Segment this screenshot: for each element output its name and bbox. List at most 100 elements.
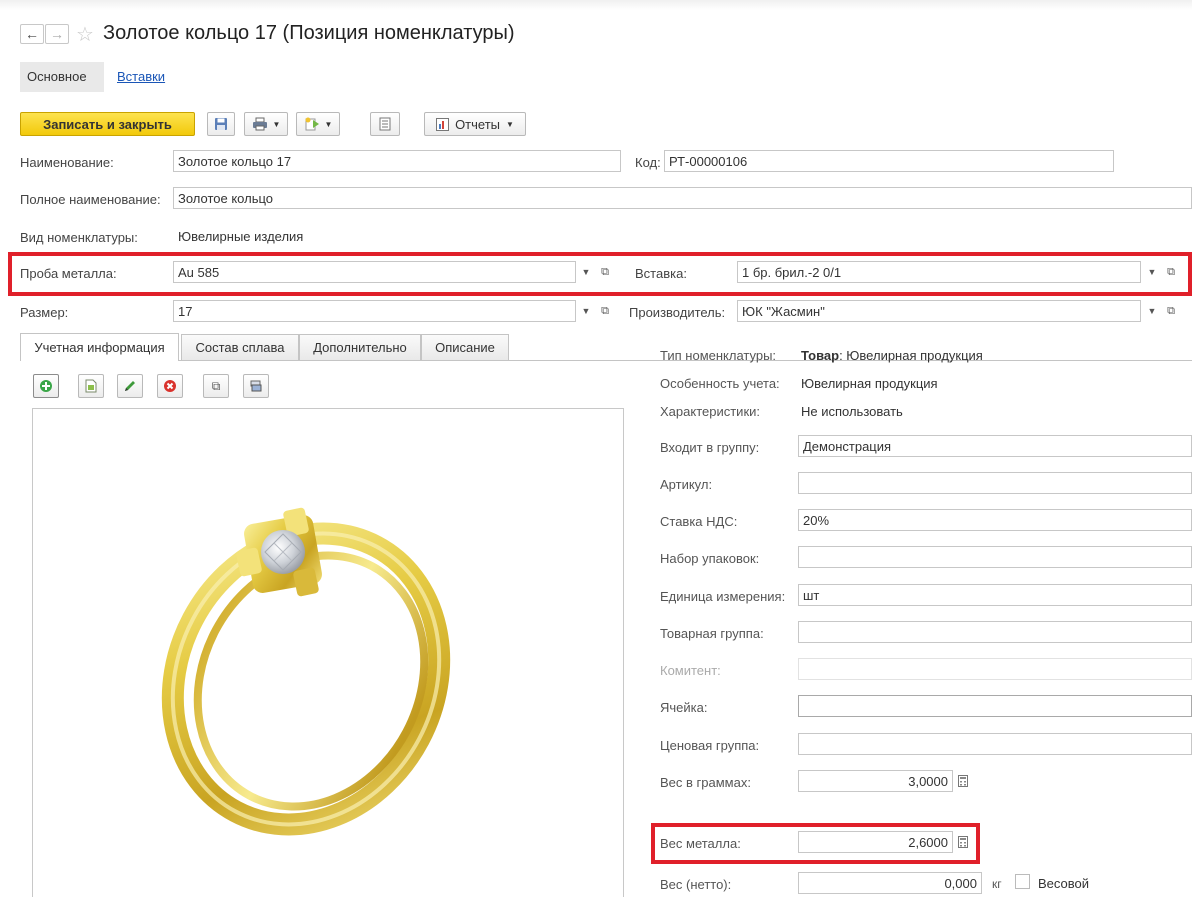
code-input[interactable]: РТ-00000106: [664, 150, 1114, 172]
unit-label: Единица измерения:: [660, 589, 786, 604]
image-area[interactable]: [32, 408, 624, 897]
chevron-down-icon: ▼: [506, 119, 514, 129]
open-window-icon: ⧉: [601, 265, 609, 278]
unit-input[interactable]: шт: [798, 584, 1192, 606]
more-image-button[interactable]: [243, 374, 269, 398]
tab-description[interactable]: Описание: [421, 334, 509, 360]
chars-label: Характеристики:: [660, 404, 761, 419]
type-value: Товар: Ювелирная продукция: [801, 348, 983, 363]
document-icon: [85, 379, 97, 393]
pencil-icon: [125, 381, 135, 391]
open-window-icon: ⧉: [1167, 304, 1175, 317]
assay-dropdown[interactable]: ▼: [578, 261, 594, 283]
packs-input[interactable]: [798, 546, 1192, 568]
price-group-label: Ценовая группа:: [660, 738, 760, 753]
print-button[interactable]: ▼: [244, 112, 288, 136]
price-group-input[interactable]: [798, 733, 1192, 755]
feature-label: Особенность учета:: [660, 376, 780, 391]
metal-weight-calc[interactable]: [955, 831, 971, 853]
kind-value: Ювелирные изделия: [173, 225, 1192, 247]
forward-button[interactable]: →: [45, 24, 69, 44]
chevron-down-icon: ▼: [581, 306, 591, 316]
maker-input[interactable]: ЮК "Жасмин": [737, 300, 1141, 322]
size-dropdown[interactable]: ▼: [578, 300, 594, 322]
assay-open[interactable]: ⧉: [596, 261, 614, 283]
section-main-label: Основное: [27, 69, 87, 84]
page-title: Золотое кольцо 17 (Позиция номенклатуры): [103, 22, 515, 44]
group-label: Входит в группу:: [660, 440, 760, 455]
full-name-input[interactable]: Золотое кольцо: [173, 187, 1192, 209]
structure-button[interactable]: [370, 112, 400, 136]
delete-icon: [164, 380, 176, 392]
feature-value: Ювелирная продукция: [801, 376, 938, 391]
open-window-icon: ⧉: [1167, 265, 1175, 278]
packs-label: Набор упаковок:: [660, 551, 760, 566]
full-name-label: Полное наименование:: [20, 192, 161, 207]
size-open[interactable]: ⧉: [596, 300, 614, 322]
goods-group-input[interactable]: [798, 621, 1192, 643]
arrow-right-icon: →: [50, 26, 64, 42]
insert-input[interactable]: 1 бр. брил.-2 0/1: [737, 261, 1141, 283]
open-window-icon: ⧉: [211, 378, 221, 393]
reports-button[interactable]: Отчеты ▼: [424, 112, 526, 136]
maker-open[interactable]: ⧉: [1162, 300, 1180, 322]
size-label: Размер:: [20, 305, 69, 320]
floppy-icon: [215, 118, 227, 130]
save-close-button[interactable]: Записать и закрыть: [20, 112, 195, 136]
weight-label: Вес в граммах:: [660, 775, 751, 790]
weighted-checkbox[interactable]: [1015, 874, 1030, 889]
type-label: Тип номенклатуры:: [660, 348, 777, 363]
consignor-input[interactable]: [798, 658, 1192, 680]
add-image-button[interactable]: [33, 374, 59, 398]
vat-input[interactable]: 20%: [798, 509, 1192, 531]
section-inserts-link[interactable]: Вставки: [117, 69, 165, 84]
star-icon[interactable]: ☆: [76, 22, 94, 47]
plus-circle-icon: [40, 380, 52, 392]
code-label: Код:: [635, 155, 661, 170]
weighted-label: Весовой: [1038, 876, 1090, 891]
assay-input[interactable]: Au 585: [173, 261, 576, 283]
document-list-icon: [379, 117, 391, 131]
metal-weight-input[interactable]: 2,6000: [798, 831, 953, 853]
tab-alloy[interactable]: Состав сплава: [181, 334, 299, 360]
tab-accounting[interactable]: Учетная информация: [20, 333, 179, 361]
cell-input[interactable]: [798, 695, 1192, 717]
maker-label: Производитель:: [629, 305, 726, 320]
open-window-icon: ⧉: [601, 304, 609, 317]
net-weight-unit: кг: [992, 877, 1002, 891]
chevron-down-icon: ▼: [1147, 306, 1157, 316]
select-image-button[interactable]: [78, 374, 104, 398]
reports-label: Отчеты: [455, 116, 500, 132]
weight-input[interactable]: 3,0000: [798, 770, 953, 792]
ring-image: [161, 507, 451, 836]
tab-extra[interactable]: Дополнительно: [299, 334, 421, 360]
save-button[interactable]: [207, 112, 235, 136]
open-image-button[interactable]: ⧉: [203, 374, 229, 398]
insert-label: Вставка:: [635, 266, 687, 281]
window-top-edge: [0, 0, 1192, 10]
name-input[interactable]: Золотое кольцо 17: [173, 150, 621, 172]
type-rest: : Ювелирная продукция: [839, 348, 983, 363]
report-icon: [436, 117, 450, 131]
chevron-down-icon: ▼: [324, 119, 333, 129]
type-bold: Товар: [801, 348, 840, 363]
net-weight-label: Вес (нетто):: [660, 877, 732, 892]
chevron-down-icon: ▼: [1147, 267, 1157, 277]
back-button[interactable]: ←: [20, 24, 44, 44]
vat-label: Ставка НДС:: [660, 514, 738, 529]
delete-image-button[interactable]: [157, 374, 183, 398]
size-input[interactable]: 17: [173, 300, 576, 322]
create-based-button[interactable]: ▼: [296, 112, 340, 136]
insert-open[interactable]: ⧉: [1162, 261, 1180, 283]
weight-calc[interactable]: [955, 770, 971, 792]
insert-dropdown[interactable]: ▼: [1144, 261, 1160, 283]
net-weight-input[interactable]: 0,000: [798, 872, 982, 894]
assay-label: Проба металла:: [20, 266, 117, 281]
article-label: Артикул:: [660, 477, 713, 492]
article-input[interactable]: [798, 472, 1192, 494]
group-input[interactable]: Демонстрация: [798, 435, 1192, 457]
edit-image-button[interactable]: [117, 374, 143, 398]
maker-dropdown[interactable]: ▼: [1144, 300, 1160, 322]
name-label: Наименование:: [20, 155, 114, 170]
chevron-down-icon: ▼: [581, 267, 591, 277]
